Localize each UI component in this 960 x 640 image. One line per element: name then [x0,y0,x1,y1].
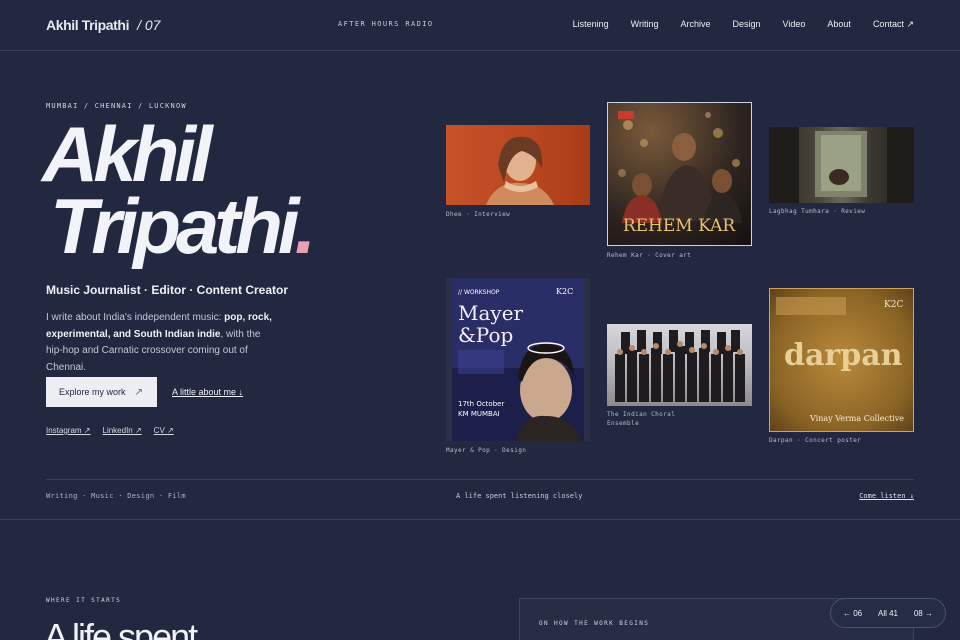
intro-paragraph: I write about India's independent music:… [46,310,276,376]
mayer-pop-date: 17th October [458,400,504,408]
section-divider [0,519,960,520]
brand-name: Akhil Tripathi [46,17,130,33]
issue-number: / 07 [137,17,161,33]
nav-design[interactable]: Design [733,19,761,30]
hero-name-line2: Tripathi. [42,187,316,265]
caption-lagbhag-tumhara: Lagbhag Tumhara · Review [769,208,866,215]
mayer-pop-title-1: Mayer [458,301,524,325]
dhee-photo[interactable] [446,125,590,205]
hero-name-line2-text: Tripathi [50,182,300,270]
darpan-poster-art: K2C darpan Vinay Verma Collective [776,297,904,423]
caption-mayer-pop: Mayer & Pop · Design [446,447,527,454]
rehem-kar-poster-title: REHEM KAR [623,216,737,236]
caption-darpan: Darpan · Concert poster [769,437,862,444]
caption-choral-line1: The Indian Choral [607,411,676,418]
come-listen-link[interactable]: Come listen ↓ [859,492,914,500]
lagbhag-tumhara-image [769,127,914,203]
mayer-pop-title-2: &Pop [458,323,513,347]
darpan-poster-title: darpan [784,338,903,373]
nav-archive[interactable]: Archive [681,19,711,30]
explore-work-label: Explore my work [59,387,126,397]
darpan-concert-poster[interactable]: K2C darpan Vinay Verma Collective [769,288,914,432]
cv-link[interactable]: CV ↗ [154,426,174,435]
caption-rehem-kar: Rehem Kar · Cover art [607,252,692,259]
hero-name-dot: . [294,182,317,270]
nav-listening[interactable]: Listening [573,19,609,30]
explore-work-button[interactable]: Explore my work ↗ [46,377,157,407]
intro-text-a: I write about India's independent music: [46,312,225,323]
cities-eyebrow: MUMBAI / CHENNAI / LUCKNOW [46,102,187,110]
caption-choral-line2: Ensemble [607,420,640,427]
hero-name: Akhil Tripathi. [42,115,316,265]
indian-choral-ensemble-photo[interactable] [607,324,752,406]
section-heading: A life spent [44,616,198,640]
nav-about[interactable]: About [827,19,851,30]
top-bar: Akhil Tripathi / 07 AFTER HOURS RADIO Lis… [0,0,960,51]
divider [46,479,914,480]
darpan-badge: K2C [884,300,903,310]
nav-video[interactable]: Video [783,19,806,30]
nav-writing[interactable]: Writing [631,19,659,30]
linkedin-link[interactable]: LinkedIn ↗ [103,426,142,435]
next-issue-button[interactable]: 08 → [914,609,933,618]
arrow-up-right-icon: ↗ [134,386,143,398]
all-issues-button[interactable]: All 41 [878,609,898,618]
mayer-pop-tag: // WORKSHOP [458,289,500,296]
darpan-poster-credit: Vinay Verma Collective [809,414,904,423]
mayer-pop-badge: K2C [556,287,573,296]
rehem-kar-cover[interactable]: REHEM KAR [607,102,752,246]
panel-label: ON HOW THE WORK BEGINS [539,620,650,627]
caption-choral: The Indian Choral Ensemble [607,410,675,428]
instagram-link[interactable]: Instagram ↗ [46,426,91,435]
issue-pager: ← 06 All 41 08 → [830,598,946,628]
lagbhag-tumhara-still[interactable] [769,127,914,203]
section-eyebrow: WHERE IT STARTS [46,597,122,604]
tagline: A life spent listening closely [456,492,583,500]
topic-tags: Writing · Music · Design · Film [46,492,186,500]
nav-contact[interactable]: Contact ↗ [873,19,914,30]
roles: Music Journalist · Editor · Content Crea… [46,283,289,297]
main-nav: Listening Writing Archive Design Video A… [551,19,914,30]
dhee-portrait-image [486,136,554,205]
social-links: Instagram ↗ LinkedIn ↗ CV ↗ [46,426,174,435]
rehem-kar-cover-art: REHEM KAR [618,111,742,236]
prev-issue-button[interactable]: ← 06 [843,609,862,618]
about-me-link[interactable]: A little about me ↓ [172,387,243,397]
mayer-pop-place: KM MUMBAI [458,410,500,418]
caption-dhee: Dhee · Interview [446,211,511,218]
mayer-pop-poster-art: // WORKSHOP K2C Mayer &Pop 17th October … [452,278,584,441]
station-label: AFTER HOURS RADIO [338,20,434,28]
brand[interactable]: Akhil Tripathi / 07 [46,17,160,33]
mayer-pop-poster[interactable]: // WORKSHOP K2C Mayer &Pop 17th October … [446,278,590,441]
choral-group-image [615,330,745,402]
